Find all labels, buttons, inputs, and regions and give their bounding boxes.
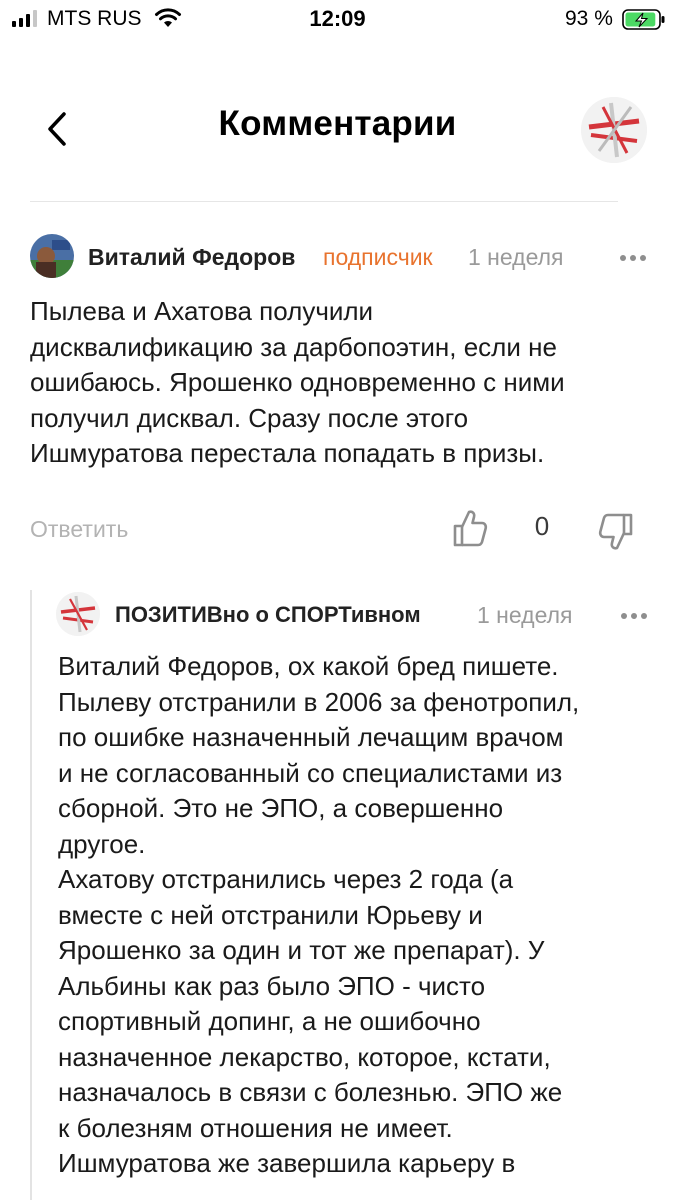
avatar[interactable] — [30, 234, 74, 278]
reply-time: 1 неделя — [477, 602, 573, 628]
reply-text: Виталий Федоров, ох какой бред пишете. П… — [58, 651, 580, 1178]
header-divider — [30, 201, 618, 202]
dislike-button[interactable] — [598, 512, 634, 552]
reply-button[interactable]: Ответить — [30, 516, 128, 543]
reply-author[interactable]: ПОЗИТИВно о СПОРТивном — [115, 602, 421, 628]
more-options-icon[interactable] — [617, 606, 651, 626]
battery-percent: 93 % — [565, 7, 613, 30]
battery-charging-icon — [622, 9, 665, 30]
comment-header: Виталий Федоров подписчик 1 неделя — [30, 234, 650, 280]
thumbs-up-icon — [453, 510, 488, 547]
more-options-icon[interactable] — [616, 248, 650, 268]
user-photo-icon — [30, 234, 74, 278]
page-title: Комментарии — [218, 104, 457, 143]
reply-header: ПОЗИТИВно о СПОРТивном 1 неделя — [56, 592, 656, 638]
comment-author[interactable]: Виталий Федоров — [88, 244, 295, 271]
subscriber-badge: подписчик — [323, 244, 433, 270]
reply-thread-line — [30, 590, 32, 1200]
like-count: 0 — [534, 511, 550, 541]
comment-text: Пылева и Ахатова получили дисквалификаци… — [30, 296, 565, 468]
thumbs-down-icon — [598, 513, 633, 550]
status-bar: MTS RUS 12:09 93 % — [0, 0, 675, 40]
reply-avatar[interactable] — [56, 592, 100, 636]
channel-logo-icon — [56, 592, 100, 636]
channel-avatar[interactable] — [581, 97, 647, 163]
like-button[interactable] — [452, 508, 488, 548]
comment-time: 1 неделя — [468, 244, 564, 270]
channel-logo-icon — [581, 97, 647, 163]
